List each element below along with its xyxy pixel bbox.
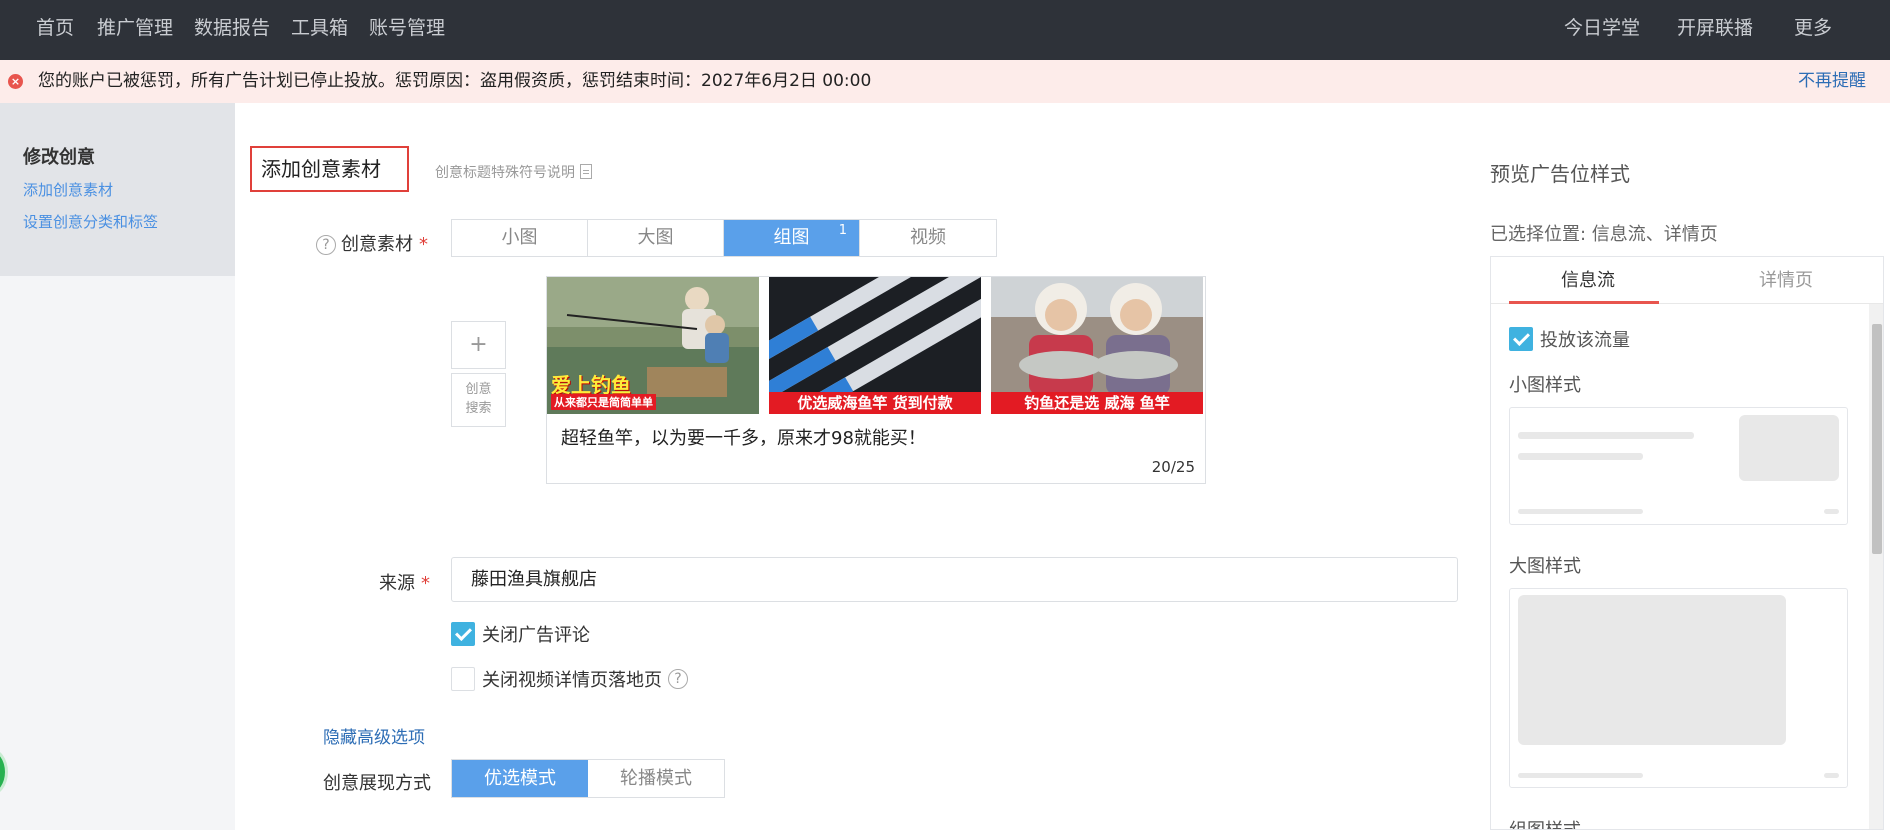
preview-tabs: 信息流 详情页 [1491, 257, 1883, 304]
creative-search-button[interactable]: 创意 搜索 [451, 373, 506, 427]
creative-title[interactable]: 超轻鱼竿，以为要一千多，原来才98就能买！ [561, 424, 926, 450]
document-icon[interactable] [580, 164, 592, 179]
caption-2: 优选威海鱼竿 货到付款 [769, 392, 981, 414]
small-image-style-preview [1509, 407, 1848, 525]
mode-optimal[interactable]: 优选模式 [452, 760, 588, 797]
tab-small-image[interactable]: 小图 [452, 220, 588, 256]
required-asterisk: * [419, 234, 428, 255]
serve-traffic-checkbox[interactable]: 投放该流量 [1509, 326, 1630, 352]
checkbox-checked-icon[interactable] [451, 622, 475, 646]
tab-large-image[interactable]: 大图 [588, 220, 724, 256]
tab-group-image[interactable]: 组图 1 [724, 220, 860, 256]
source-label: 来源 * [379, 573, 430, 594]
special-symbol-hint[interactable]: 创意标题特殊符号说明 [435, 162, 592, 182]
source-input[interactable]: 藤田渔具旗舰店 [451, 557, 1458, 602]
nav-reports[interactable]: 数据报告 [194, 0, 270, 60]
tab-detail-page[interactable]: 详情页 [1759, 257, 1813, 304]
preview-title: 预览广告位样式 [1490, 162, 1630, 186]
group-image-style-label: 组图样式 [1509, 816, 1581, 829]
display-mode-tabs: 优选模式 轮播模式 [451, 759, 725, 798]
alert-message: 您的账户已被惩罚，所有广告计划已停止投放。惩罚原因：盗用假资质，惩罚结束时间：2… [38, 71, 872, 91]
nav-splash-ads[interactable]: 开屏联播 [1677, 0, 1753, 60]
top-nav: 首页 推广管理 数据报告 工具箱 账号管理 今日学堂 开屏联播 更多 [0, 0, 1890, 60]
creative-image-2[interactable]: 优选威海鱼竿 货到付款 [769, 277, 981, 414]
creative-image-1[interactable]: 爱上钓鱼 从来都只是简简单单 [547, 277, 759, 414]
close-comment-checkbox[interactable]: 关闭广告评论 [451, 621, 590, 647]
large-image-style-preview [1509, 588, 1848, 788]
checkbox-checked-icon[interactable] [1509, 327, 1533, 351]
small-image-style-label: 小图样式 [1509, 375, 1581, 396]
mode-carousel[interactable]: 轮播模式 [588, 760, 724, 797]
tab-feed[interactable]: 信息流 [1561, 257, 1615, 304]
nav-toolbox[interactable]: 工具箱 [291, 0, 348, 60]
add-material-button[interactable]: + [451, 321, 506, 369]
nav-more[interactable]: 更多 [1794, 0, 1832, 60]
selected-positions: 已选择位置: 信息流、详情页 [1490, 224, 1718, 245]
hide-advanced-options-link[interactable]: 隐藏高级选项 [323, 723, 425, 748]
help-icon[interactable]: ? [316, 235, 336, 255]
material-label: ? 创意素材 * [316, 230, 428, 256]
caption-3: 钓鱼还是选 威海 鱼竿 [991, 392, 1203, 414]
material-type-tabs: 小图 大图 组图 1 视频 [451, 219, 997, 257]
preview-scrollbar[interactable] [1869, 304, 1883, 829]
scrollbar-thumb[interactable] [1872, 324, 1882, 554]
checkbox-unchecked-icon[interactable] [451, 667, 475, 691]
nav-academy[interactable]: 今日学堂 [1564, 0, 1640, 60]
dismiss-alert-link[interactable]: 不再提醒 [1798, 60, 1866, 103]
title-char-count: 20/25 [1151, 458, 1195, 476]
hint-text: 创意标题特殊符号说明 [435, 165, 575, 181]
preview-panel: 信息流 详情页 投放该流量 小图样式 大图样式 组图样式 [1490, 256, 1884, 830]
required-asterisk: * [421, 573, 430, 594]
creative-card: 爱上钓鱼 从来都只是简简单单 优选威海鱼竿 货到付款 钓鱼还是选 威海 鱼竿 超… [546, 276, 1206, 484]
sidebar: 修改创意 添加创意素材 设置创意分类和标签 [0, 103, 235, 830]
tab-video[interactable]: 视频 [860, 220, 996, 256]
display-mode-label: 创意展现方式 [323, 773, 431, 794]
caption-small-1: 从来都只是简简单单 [551, 394, 656, 410]
sidebar-menu: 修改创意 添加创意素材 设置创意分类和标签 [0, 103, 235, 276]
sidebar-link-add-material[interactable]: 添加创意素材 [23, 179, 113, 200]
close-video-page-checkbox[interactable]: 关闭视频详情页落地页 ? [451, 666, 688, 692]
sidebar-title: 修改创意 [23, 147, 95, 168]
large-image-style-label: 大图样式 [1509, 556, 1581, 577]
preview-body: 投放该流量 小图样式 大图样式 组图样式 [1491, 304, 1869, 829]
sidebar-link-category-tags[interactable]: 设置创意分类和标签 [23, 211, 158, 232]
error-x-icon: × [8, 74, 23, 89]
nav-home[interactable]: 首页 [36, 0, 74, 60]
creative-image-3[interactable]: 钓鱼还是选 威海 鱼竿 [991, 277, 1203, 414]
tab-count-badge: 1 [838, 223, 847, 238]
section-title: 添加创意素材 [250, 146, 409, 192]
nav-promotion[interactable]: 推广管理 [97, 0, 173, 60]
penalty-alert: × 您的账户已被惩罚，所有广告计划已停止投放。惩罚原因：盗用假资质，惩罚结束时间… [0, 60, 1890, 103]
help-icon[interactable]: ? [668, 669, 688, 689]
nav-account[interactable]: 账号管理 [369, 0, 445, 60]
